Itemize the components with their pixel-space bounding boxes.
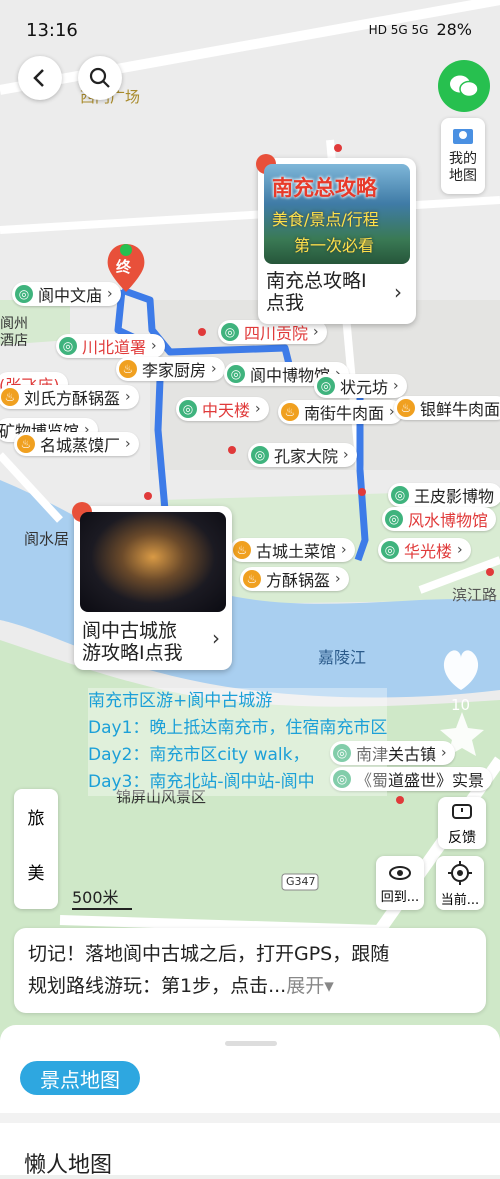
langshui-ju-label: 阆水居: [24, 530, 70, 548]
tab-food[interactable]: 美: [14, 844, 58, 899]
poi-fangsu-guokui[interactable]: ♨ 方酥锅盔 ›: [240, 567, 349, 591]
bottom-sheet[interactable]: 景点地图 懒人地图: [0, 1025, 500, 1178]
signal-icon: HD 5G 5G: [368, 22, 429, 37]
poi-lijia-chufang[interactable]: ♨ 李家厨房 ›: [116, 357, 225, 381]
poi-nanjie-niuroumian[interactable]: ♨ 南街牛肉面 ›: [278, 400, 403, 424]
chevron-right-icon: ›: [343, 447, 349, 463]
food-icon: ♨: [243, 570, 261, 588]
section-title: 懒人地图: [24, 1153, 113, 1178]
chevron-right-icon: ›: [107, 286, 113, 302]
scenic-icon: ◎: [15, 285, 33, 303]
battery-level: 28%: [436, 20, 472, 39]
food-icon: ♨: [17, 435, 35, 453]
poi-chuanbei-daoshu[interactable]: ◎ 川北道署 ›: [56, 334, 165, 358]
back-button[interactable]: [18, 56, 62, 100]
tab-travel[interactable]: 旅: [14, 789, 58, 844]
chevron-right-icon: ›: [125, 389, 131, 405]
back-arrow-icon: [33, 69, 44, 87]
status-icons: HD 5G 5G 28%: [369, 20, 472, 39]
feedback-icon: [452, 804, 472, 819]
poi-kongjia-dayuan[interactable]: ◎ 孔家大院 ›: [248, 443, 357, 467]
poi-gucheng-tucaiguan[interactable]: ♨ 古城土菜馆 ›: [230, 538, 355, 562]
langzhou-hotel-label: 阆州 酒店: [0, 316, 28, 349]
chevron-right-icon: ›: [335, 571, 341, 587]
return-view-button[interactable]: 回到...: [376, 856, 424, 910]
jialing-river-label: 嘉陵江: [318, 648, 367, 667]
search-button[interactable]: [78, 56, 122, 100]
route-text-overlay[interactable]: 南充市区游+阆中古城游 Day1：晚上抵达南充市，住宿南充市区 Day2：南充市…: [88, 688, 388, 796]
chevron-right-icon: ›: [313, 324, 319, 340]
locate-button[interactable]: 当前...: [436, 856, 484, 910]
feedback-button[interactable]: 反馈: [438, 797, 486, 849]
scenic-icon: ◎: [317, 377, 335, 395]
scenic-map-tab[interactable]: 景点地图: [20, 1061, 140, 1095]
scenic-icon: ◎: [381, 541, 399, 559]
poi-zhuangyuan-fang[interactable]: ◎ 状元坊 ›: [314, 374, 407, 398]
guide-card-image: [80, 512, 226, 612]
notice-card[interactable]: 切记！落地阆中古城之后，打开GPS，跟随 规划路线游玩：第1步，点击...展开▾: [14, 928, 486, 1013]
poi-wang-piying[interactable]: ◎ 王皮影博物: [388, 483, 500, 507]
food-icon: ♨: [119, 360, 137, 378]
guide-card-title: 南充总攻略I 点我: [266, 270, 367, 314]
chevron-right-icon: ›: [211, 361, 217, 377]
locate-icon: [448, 861, 472, 885]
destination-marker[interactable]: 终: [116, 256, 131, 277]
food-icon: ♨: [397, 399, 415, 417]
my-map-button[interactable]: 我的 地图: [441, 118, 485, 194]
chevron-right-icon: ›: [457, 542, 463, 558]
scenic-icon: ◎: [59, 337, 77, 355]
binjiang-road-label: 滨江路: [452, 586, 498, 604]
search-icon: [89, 67, 110, 88]
map-scale: 500米: [72, 884, 132, 910]
scenic-icon: ◎: [179, 400, 197, 418]
status-time: 13:16: [26, 20, 78, 41]
poi-langzhong-wenmiao[interactable]: ◎ 阆中文庙 ›: [12, 282, 121, 306]
drag-handle[interactable]: [225, 1041, 277, 1046]
wechat-share-button[interactable]: [438, 60, 490, 112]
chevron-right-icon: ›: [341, 542, 347, 558]
guide-card-title: 阆中古城旅 游攻略I点我: [82, 620, 183, 664]
guide-card-nanchong[interactable]: 南充总攻略 美食/景点/行程 第一次必看 南充总攻略I 点我 ›: [256, 154, 416, 324]
scenic-icon: ◎: [221, 323, 239, 341]
status-bar: 13:16 HD 5G 5G 28%: [0, 0, 500, 60]
poi-fengshui-museum[interactable]: ◎ 风水博物馆: [382, 507, 497, 531]
chevron-right-icon: ›: [255, 401, 261, 417]
expand-link[interactable]: 展开▾: [286, 975, 334, 997]
wechat-icon: [450, 75, 479, 98]
g347-label: G347: [286, 875, 316, 888]
poi-liushi-fangsu[interactable]: ♨ 刘氏方酥锅盔 ›: [0, 385, 139, 409]
poi-zhongtian-lou[interactable]: ◎ 中天楼 ›: [176, 397, 269, 421]
like-count: 10: [451, 696, 471, 714]
chevron-right-icon: ›: [212, 626, 220, 650]
side-tabs[interactable]: 旅 美: [14, 789, 58, 909]
chevron-right-icon: ›: [125, 436, 131, 452]
guide-card-langzhong[interactable]: 阆中古城旅 游攻略I点我 ›: [72, 502, 232, 670]
map-pin-icon: [453, 129, 473, 144]
poi-yinxian-niuroumian[interactable]: ♨ 银鲜牛肉面: [394, 396, 500, 420]
poi-mingcheng-zhengmo[interactable]: ♨ 名城蒸馍厂 ›: [14, 432, 139, 456]
chevron-right-icon: ›: [151, 338, 157, 354]
chevron-right-icon: ›: [441, 745, 447, 761]
food-icon: ♨: [1, 388, 19, 406]
divider: [0, 1113, 500, 1123]
guide-card-image: 南充总攻略 美食/景点/行程 第一次必看: [264, 164, 410, 264]
poi-huaguang-lou[interactable]: ◎ 华光楼 ›: [378, 538, 471, 562]
eye-icon: [389, 866, 411, 880]
food-icon: ♨: [281, 403, 299, 421]
scenic-icon: ◎: [227, 365, 245, 383]
chevron-right-icon: ›: [393, 378, 399, 394]
scenic-icon: ◎: [385, 510, 403, 528]
scenic-icon: ◎: [251, 446, 269, 464]
chevron-right-icon: ›: [394, 280, 402, 304]
scenic-icon: ◎: [391, 486, 409, 504]
food-icon: ♨: [233, 541, 251, 559]
